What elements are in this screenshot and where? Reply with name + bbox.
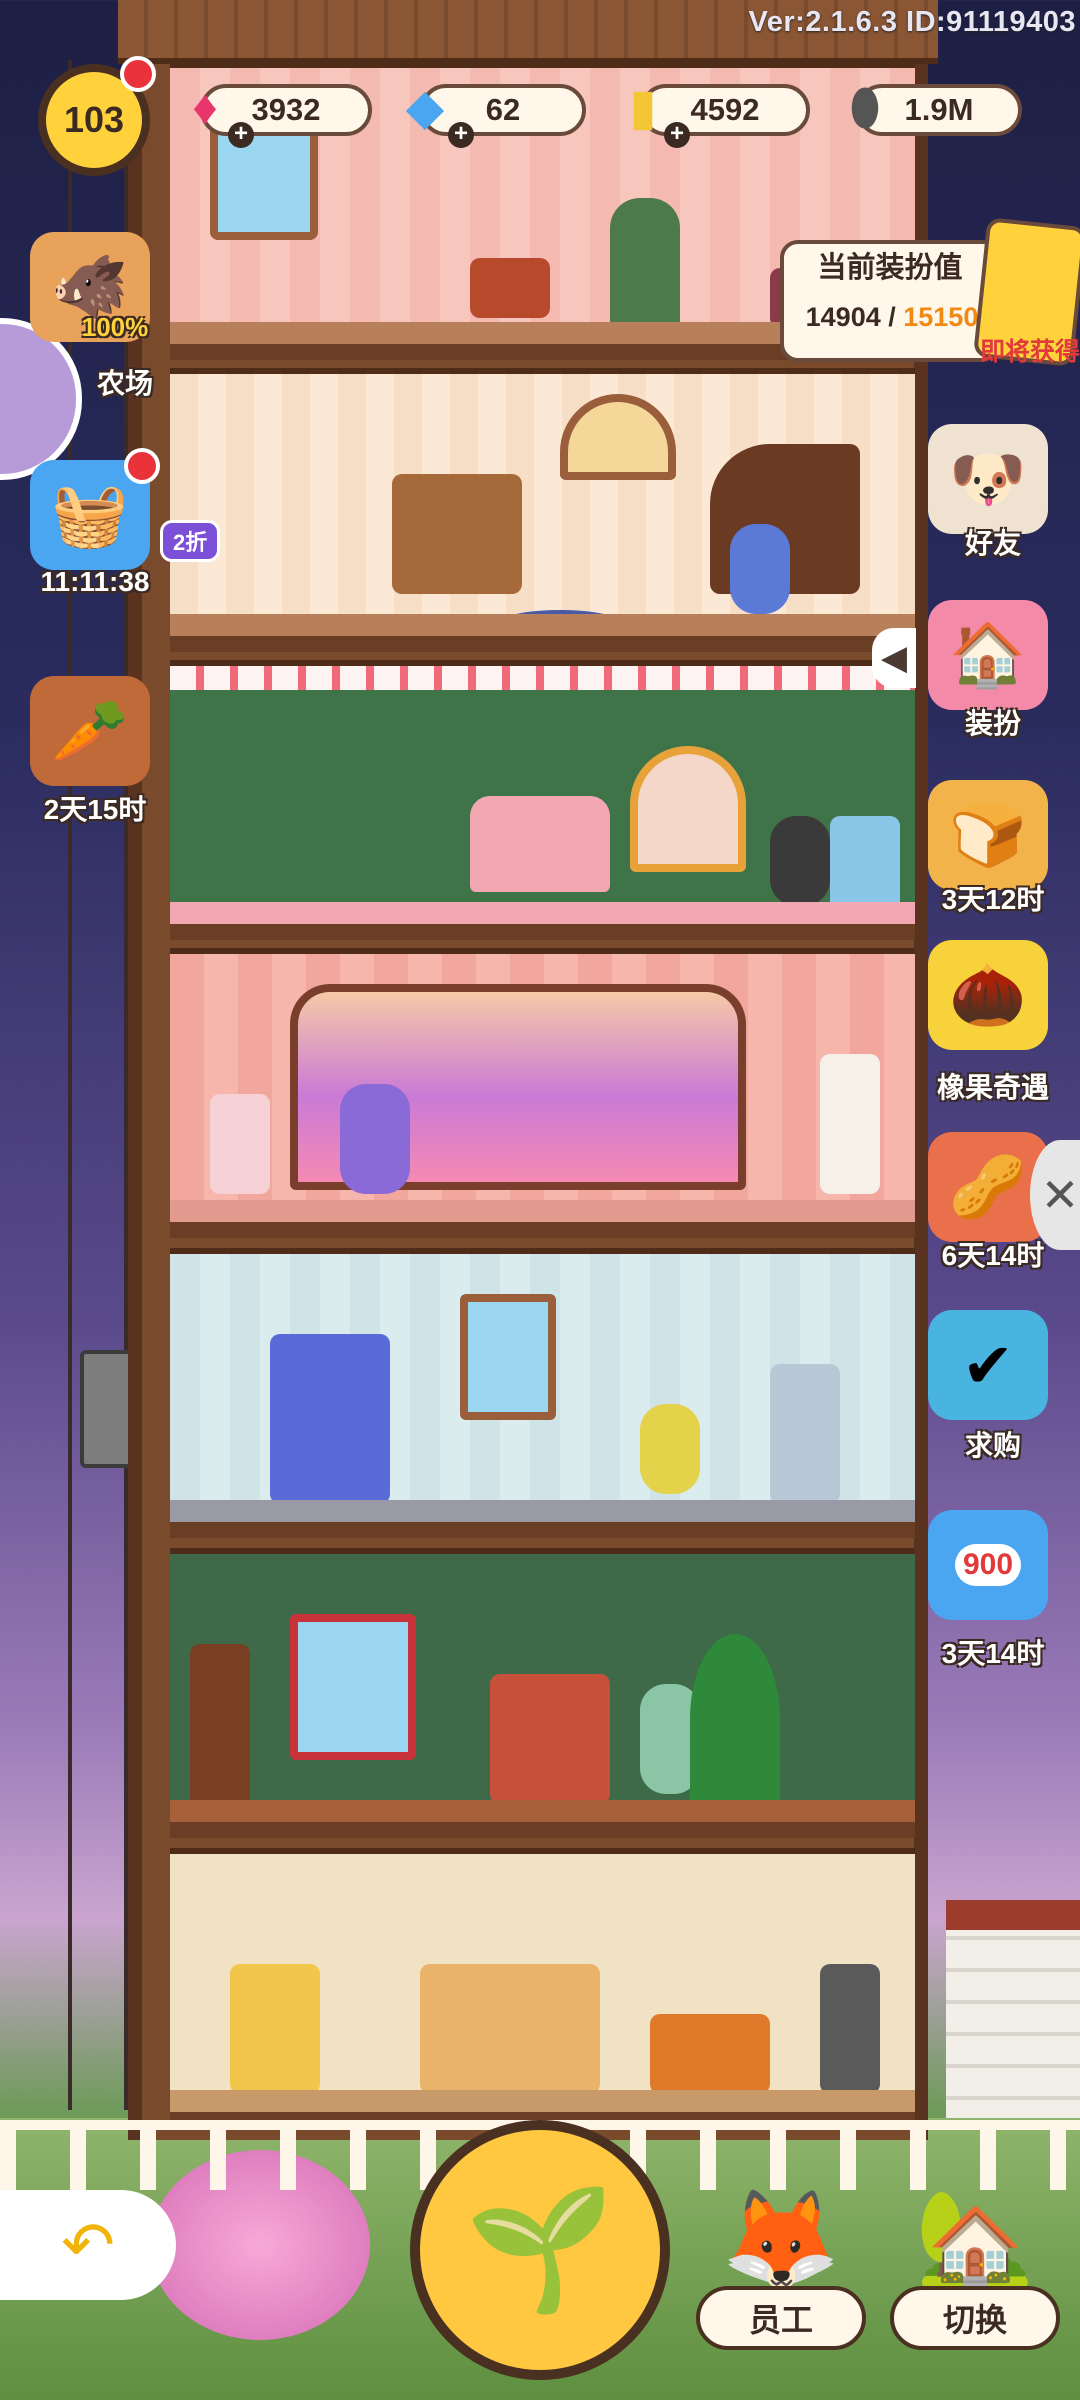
version-label: Ver:2.1.6.3 ID:91119403	[748, 6, 1076, 38]
carrot-timer: 2天15时	[43, 794, 147, 825]
switch-button[interactable]: 🏡 切换	[890, 2170, 1060, 2370]
fridge	[770, 1364, 840, 1504]
decoration-max: 15150	[903, 302, 979, 332]
discount-icon[interactable]: 900	[928, 1510, 1048, 1620]
gem-count: 3932	[251, 92, 321, 127]
back-arrow-icon: ↶	[61, 2208, 115, 2281]
shelf	[820, 1054, 880, 1194]
friends-icon[interactable]: 🐶	[928, 424, 1048, 534]
trophy-stand	[420, 1964, 600, 2094]
room-window	[560, 394, 676, 480]
decoration-title: 当前装扮值	[817, 252, 963, 284]
decoration-separator: /	[880, 302, 904, 332]
grandfather-clock	[190, 1644, 250, 1814]
level-number: 103	[63, 99, 125, 140]
decoration-current: 14904	[805, 302, 881, 332]
friends-label: 好友	[964, 528, 1021, 559]
wardrobe	[270, 1334, 390, 1504]
room-floor-4[interactable]	[170, 948, 915, 1238]
golden-bun-icon[interactable]: 🍞	[928, 780, 1048, 890]
christmas-tree	[690, 1634, 780, 1804]
cat-character[interactable]	[770, 816, 830, 906]
staff-label: 员工	[696, 2286, 866, 2350]
fireplace	[490, 1674, 610, 1804]
add-tickets-button[interactable]: +	[448, 122, 474, 148]
discount-badge: 2折	[160, 520, 221, 562]
bear-character[interactable]	[610, 198, 680, 328]
seed-count: 1.9M	[904, 92, 974, 127]
decoration-value: 14904 / 15150	[792, 302, 992, 333]
elevator-cab	[80, 1350, 134, 1468]
dresser	[210, 1094, 270, 1194]
acorn-event-label: 橡果奇遇	[936, 1072, 1049, 1103]
plant-button[interactable]: 🌱	[410, 2120, 670, 2380]
collapse-arrow-icon[interactable]: ◀	[872, 628, 916, 688]
basket-timer: 11:11:38	[40, 566, 150, 597]
room-floor-5[interactable]	[170, 1248, 915, 1538]
bird-character[interactable]	[640, 1404, 700, 1494]
discount-tag: 900	[954, 1544, 1022, 1586]
fireplace	[470, 258, 550, 318]
notification-dot	[124, 448, 160, 484]
tv-cabinet	[392, 474, 522, 594]
sunflower-seed-icon: ⬮	[849, 78, 881, 135]
notification-dot	[120, 56, 156, 92]
sofa	[650, 2014, 770, 2094]
raccoon-pianist[interactable]	[730, 524, 790, 614]
sprout-icon: 🌱	[465, 2182, 615, 2316]
purchase-icon[interactable]: ✔	[928, 1310, 1048, 1420]
purchase-label: 求购	[964, 1430, 1021, 1461]
coffee-machine	[820, 1964, 880, 2094]
room-floor-6[interactable]	[170, 1548, 915, 1838]
shiba-character[interactable]	[340, 1084, 410, 1194]
back-button[interactable]: ↶	[0, 2190, 176, 2300]
golden-bun-timer: 3天12时	[941, 884, 1045, 915]
room-window	[460, 1294, 556, 1420]
farm-label: 农场	[96, 368, 153, 399]
staff-button[interactable]: 🦊 员工	[696, 2170, 866, 2370]
add-gems-button[interactable]: +	[228, 122, 254, 148]
dress-up-label: 装扮	[964, 708, 1021, 739]
switch-label: 切换	[890, 2286, 1060, 2350]
gacha-machine	[230, 1964, 320, 2094]
reward-label: 即将获得	[979, 338, 1080, 366]
ticket-count: 62	[485, 92, 521, 127]
room-window	[290, 1614, 416, 1760]
milk-carton	[830, 816, 900, 916]
carrot-basket-icon[interactable]: 🥕	[30, 676, 150, 786]
room-window	[630, 746, 746, 872]
discount-timer: 3天14时	[941, 1638, 1045, 1669]
add-coupons-button[interactable]: +	[664, 122, 690, 148]
acorn-icon[interactable]: 🌰	[928, 940, 1048, 1050]
room-floor-7[interactable]	[170, 1848, 915, 2128]
coupon-count: 4592	[690, 92, 760, 127]
farm-percent: 100%	[81, 312, 149, 342]
dress-up-icon[interactable]: 🏠	[928, 600, 1048, 710]
room-floor-3[interactable]	[170, 660, 915, 940]
room-floor-2[interactable]	[170, 368, 915, 652]
cake	[470, 796, 610, 892]
